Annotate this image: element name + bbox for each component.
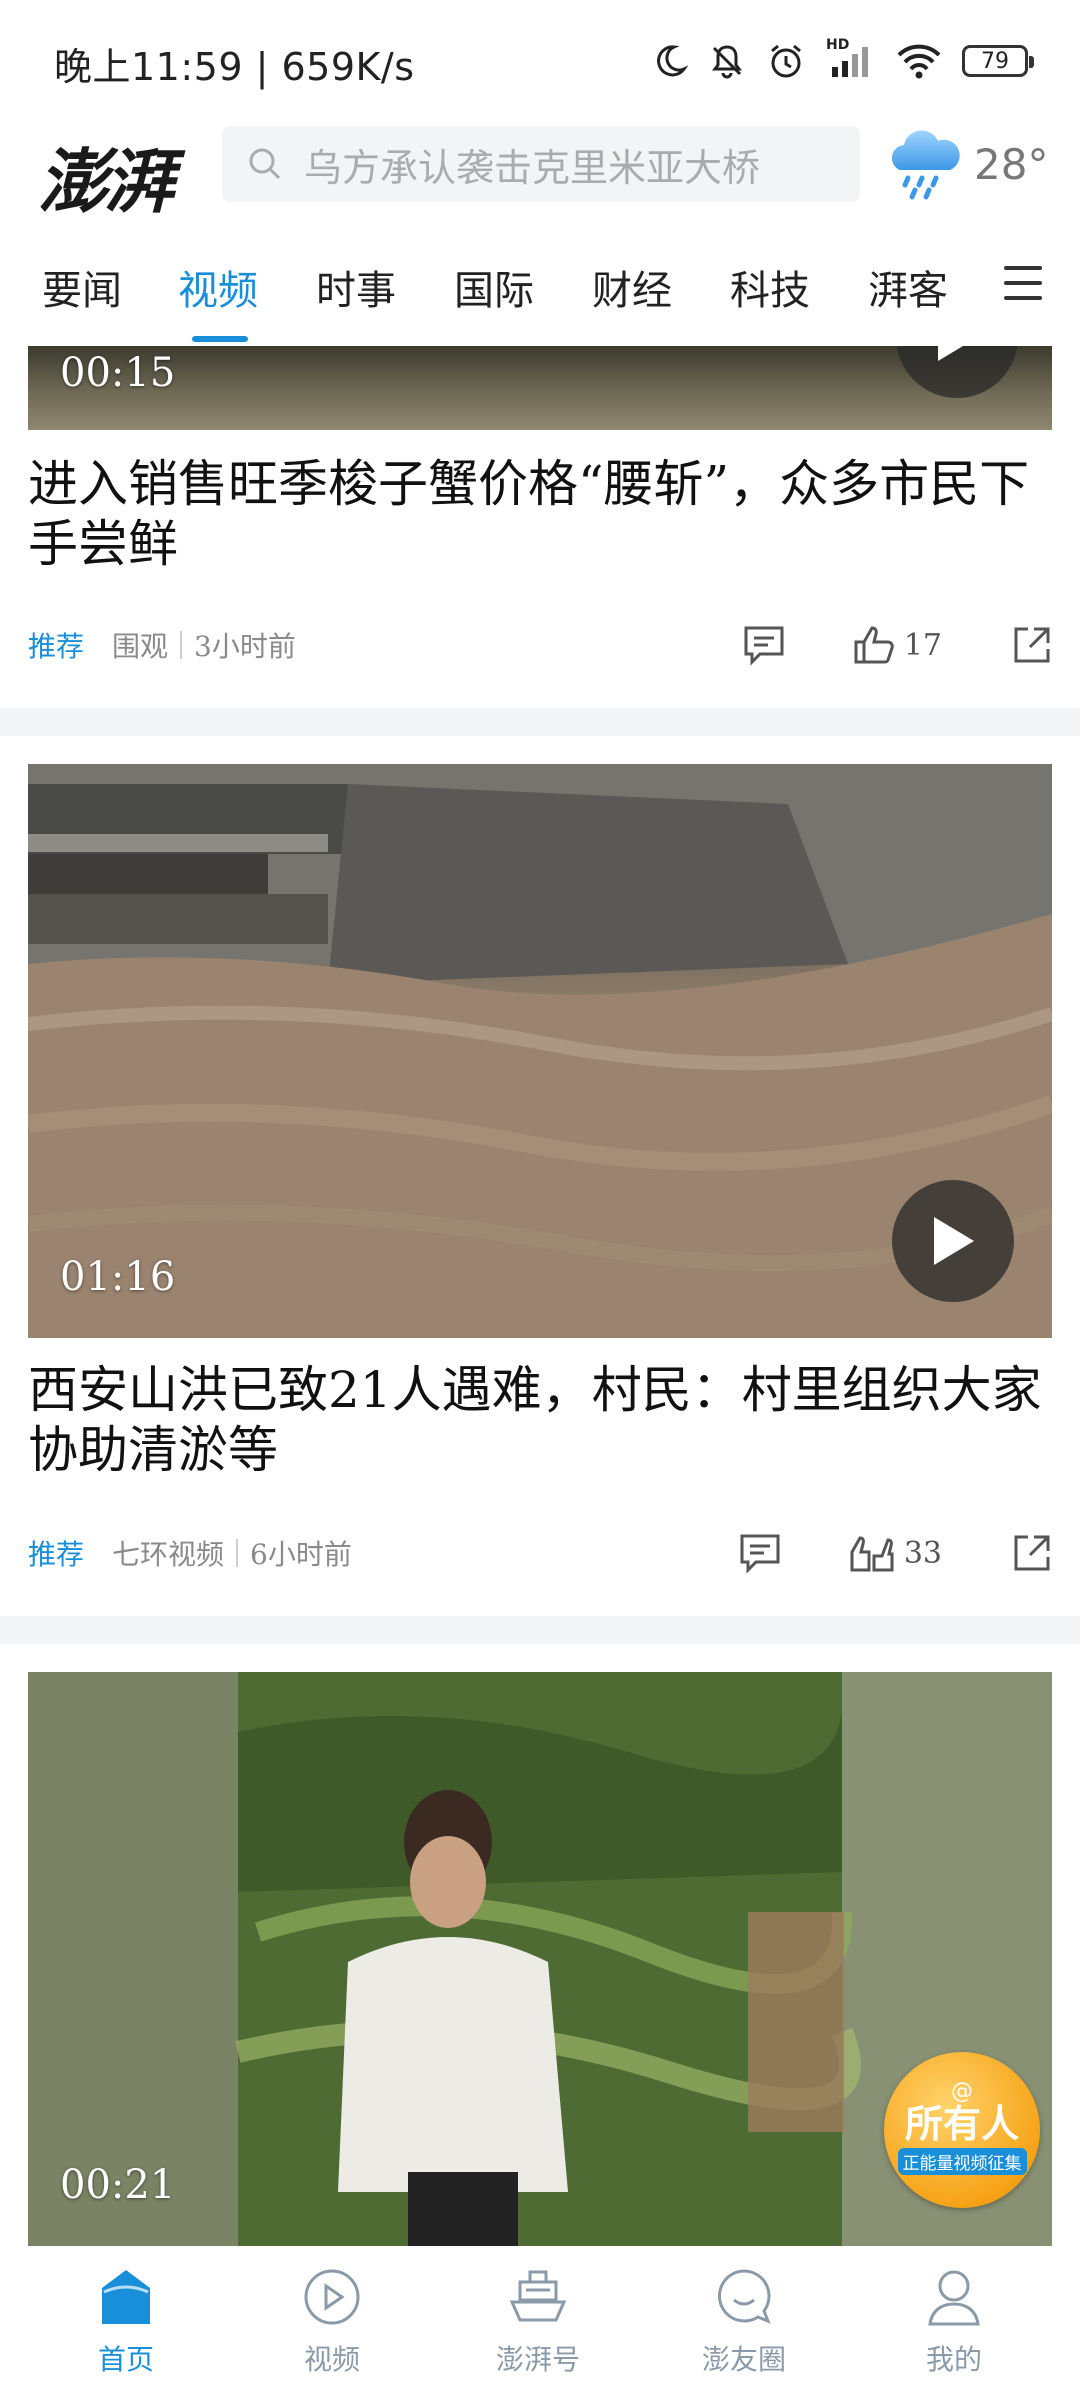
- tab-pengyou-quan[interactable]: 澎友圈: [674, 2266, 814, 2378]
- video-source[interactable]: 七环视频: [112, 1533, 224, 1573]
- recommend-tag: 推荐: [28, 630, 85, 663]
- comment-icon[interactable]: [742, 624, 786, 666]
- search-input[interactable]: 乌方承认袭击克里米亚大桥: [304, 137, 760, 192]
- video-title[interactable]: 进入销售旺季梭子蟹价格“腰斩”，众多市民下手尝鲜: [28, 454, 1058, 574]
- tab-video-bottom[interactable]: 视频: [262, 2266, 402, 2378]
- search-bar[interactable]: 乌方承认袭击克里米亚大桥: [222, 126, 860, 202]
- tab-yaowen[interactable]: 要闻: [42, 258, 122, 316]
- video-duration: 01:16: [60, 1254, 176, 1300]
- user-icon: [928, 2270, 980, 2326]
- tab-label: 澎友圈: [701, 2343, 786, 2376]
- like-count: 17: [903, 627, 942, 663]
- alarm-icon: [771, 44, 801, 78]
- play-button[interactable]: [896, 346, 1018, 398]
- play-button[interactable]: [892, 1180, 1014, 1302]
- campaign-title: 所有人: [904, 2102, 1019, 2146]
- video-time: 3小时前: [194, 630, 296, 663]
- tab-label: 澎湃号: [495, 2343, 580, 2376]
- tab-mine[interactable]: 我的: [884, 2266, 1024, 2378]
- tab-label: 首页: [97, 2343, 154, 2376]
- video-meta: 推荐 围观 3小时前 17: [28, 620, 1052, 670]
- video-title[interactable]: 西安山洪已致21人遇难，村民：村里组织大家协助清淤等: [28, 1360, 1058, 1480]
- status-icons: HD 79: [652, 36, 1034, 86]
- bell-muted-icon: [712, 45, 742, 79]
- tab-video[interactable]: 视频: [178, 258, 258, 316]
- video-thumbnail[interactable]: 00:15: [28, 346, 1052, 430]
- tab-international[interactable]: 国际: [454, 258, 534, 316]
- video-feed: 00:15 进入销售旺季梭子蟹价格“腰斩”，众多市民下手尝鲜 推荐 围观 3小时…: [0, 346, 1080, 2246]
- video-source[interactable]: 围观: [112, 625, 168, 665]
- video-play-icon: [304, 2269, 360, 2325]
- share-icon[interactable]: [1012, 625, 1052, 665]
- signal-icon: HD: [826, 37, 876, 81]
- rain-cloud-icon: [891, 130, 960, 200]
- moon-icon: [657, 45, 688, 77]
- channel-tabs: 要闻 视频 时事 国际 财经 科技 湃客: [0, 248, 1080, 344]
- share-icon[interactable]: [1012, 1533, 1052, 1573]
- tab-finance[interactable]: 财经: [592, 258, 672, 316]
- active-tab-indicator: [192, 336, 248, 342]
- like-count: 33: [903, 1535, 942, 1571]
- video-duration: 00:21: [60, 2162, 176, 2208]
- recommend-tag: 推荐: [28, 1538, 85, 1571]
- battery-icon: 79: [962, 45, 1034, 77]
- tab-home[interactable]: 首页: [56, 2266, 196, 2378]
- status-bar: 晚上11:59 | 659K/s HD 79: [0, 0, 1080, 120]
- card-divider: [0, 708, 1080, 736]
- weather-temperature: 28°: [974, 139, 1049, 189]
- video-thumbnail[interactable]: 00:21 @ 所有人 正能量视频征集: [28, 1672, 1052, 2246]
- home-icon: [102, 2270, 150, 2324]
- battery-level: 79: [981, 48, 1009, 74]
- app-header: 澎湃 乌方承认袭击克里米亚大桥 28°: [0, 120, 1080, 240]
- bottom-tab-bar: 首页 视频 澎湃号 澎友圈 我的: [0, 2248, 1080, 2400]
- tab-pengpai-hao[interactable]: 澎湃号: [468, 2266, 608, 2378]
- meta-separator: [180, 631, 183, 659]
- status-time: 晚上11:59 | 659K/s: [54, 45, 415, 89]
- tab-label: 我的: [925, 2343, 982, 2376]
- app-logo[interactable]: 澎湃: [38, 126, 174, 227]
- search-icon: [249, 148, 281, 180]
- tab-paike[interactable]: 湃客: [868, 258, 948, 316]
- like-icon[interactable]: [852, 624, 896, 666]
- video-meta: 推荐 七环视频 6小时前 33: [28, 1528, 1052, 1578]
- chat-bubble-icon: [717, 2269, 771, 2324]
- wifi-icon: [897, 44, 941, 79]
- tab-label: 视频: [303, 2343, 360, 2376]
- play-icon: [934, 1217, 974, 1265]
- campaign-subtitle: 正能量视频征集: [897, 2148, 1027, 2175]
- mixed-reaction-icon[interactable]: [848, 1532, 896, 1574]
- campaign-at-symbol: @: [951, 2079, 973, 2104]
- campaign-badge[interactable]: @ 所有人 正能量视频征集: [884, 2052, 1040, 2208]
- card-divider: [0, 1616, 1080, 1644]
- tab-tech[interactable]: 科技: [730, 258, 810, 316]
- video-actions: 33: [738, 1528, 1052, 1578]
- menu-icon[interactable]: [1004, 266, 1042, 300]
- tab-current-affairs[interactable]: 时事: [316, 258, 396, 316]
- meta-separator: [236, 1539, 239, 1567]
- video-duration: 00:15: [60, 350, 176, 396]
- play-icon: [938, 346, 963, 361]
- weather-widget[interactable]: 28°: [886, 124, 1048, 204]
- video-actions: 17: [742, 620, 1052, 670]
- video-time: 6小时前: [250, 1538, 352, 1571]
- ship-icon: [509, 2270, 567, 2322]
- video-thumbnail[interactable]: 01:16: [28, 764, 1052, 1338]
- comment-icon[interactable]: [738, 1532, 782, 1574]
